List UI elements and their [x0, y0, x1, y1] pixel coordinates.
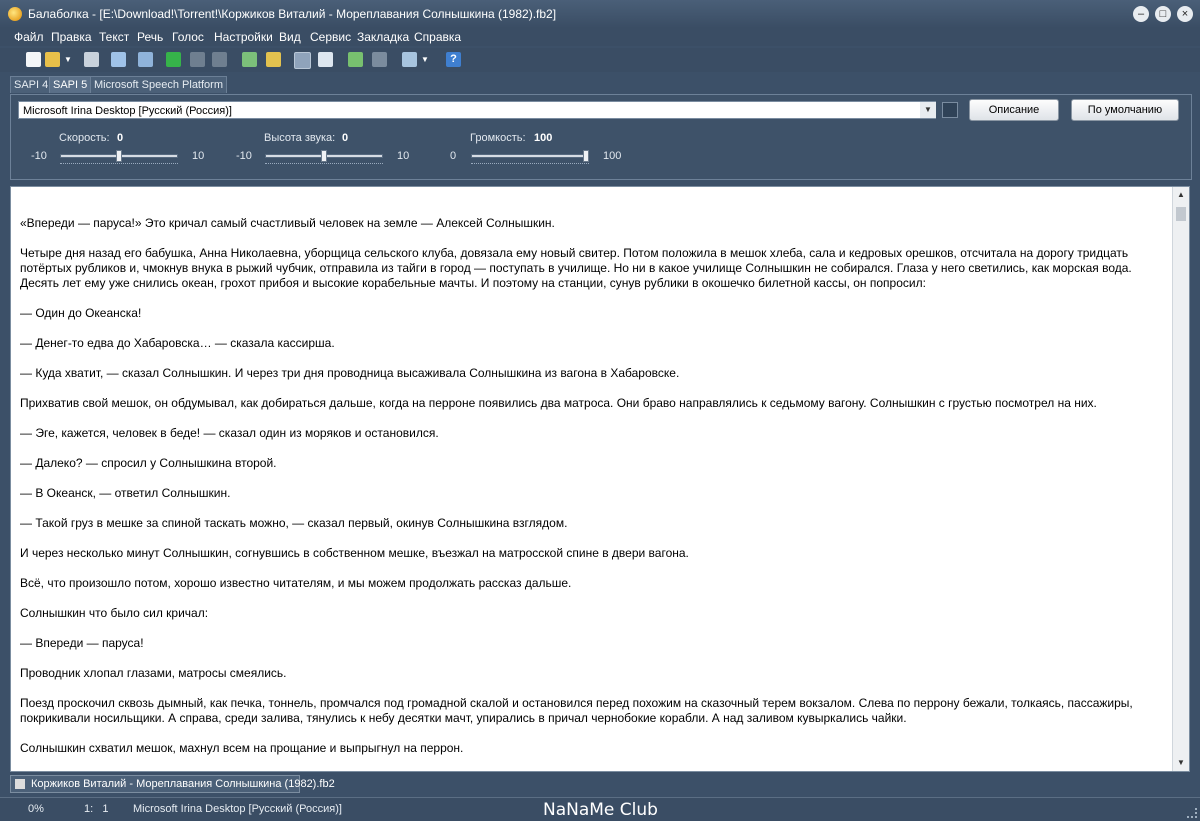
- pitch-value: 0: [342, 132, 349, 144]
- subtitles-icon[interactable]: [372, 52, 387, 67]
- tab-sapi5[interactable]: SAPI 5: [49, 76, 92, 93]
- status-progress: 0%: [28, 803, 44, 815]
- text-paragraph: И через несколько минут Солнышкин, согну…: [20, 546, 689, 560]
- speed-slider-thumb[interactable]: [116, 150, 122, 162]
- menu-bar: Файл Правка Текст Речь Голос Настройки В…: [0, 28, 1200, 46]
- maximize-button[interactable]: □: [1155, 6, 1171, 22]
- pitch-label: Высота звука:: [264, 132, 336, 144]
- scrollbar-thumb[interactable]: [1176, 207, 1186, 221]
- pause-icon[interactable]: [190, 52, 205, 67]
- volume-ticks: [471, 163, 589, 166]
- text-paragraph: — В Океанск, — ответил Солнышкин.: [20, 486, 231, 500]
- menu-view[interactable]: Вид: [279, 30, 301, 44]
- app-logo-icon: [8, 7, 22, 21]
- text-paragraph: — Далеко? — спросил у Солнышкина второй.: [20, 456, 277, 470]
- batch-icon[interactable]: [266, 52, 281, 67]
- text-paragraph: Прихватив свой мешок, он обдумывал, как …: [20, 396, 1097, 410]
- volume-value: 100: [534, 132, 553, 144]
- pitch-ticks: [265, 163, 383, 166]
- menu-help[interactable]: Справка: [414, 30, 461, 44]
- text-paragraph: Четыре дня назад его бабушка, Анна Никол…: [20, 246, 1132, 290]
- text-paragraph: Всё, что произошло потом, хорошо известн…: [20, 576, 572, 590]
- text-editor[interactable]: «Впереди — паруса!» Это кричал самый сча…: [10, 186, 1190, 772]
- scroll-up-icon[interactable]: ▲: [1173, 187, 1189, 203]
- text-paragraph: Поезд проскочил сквозь дымный, как печка…: [20, 696, 1133, 725]
- vertical-scrollbar[interactable]: ▲ ▼: [1172, 187, 1189, 771]
- window-title: Балаболка - [E:\Download!\Torrent!\Коржи…: [28, 7, 557, 21]
- default-button[interactable]: По умолчанию: [1071, 99, 1179, 121]
- pitch-max: 10: [397, 150, 410, 162]
- speed-max: 10: [192, 150, 205, 162]
- menu-settings[interactable]: Настройки: [214, 30, 273, 44]
- document-tab[interactable]: Коржиков Виталий - Мореплавания Солнышки…: [10, 775, 335, 793]
- pitch-slider-thumb[interactable]: [321, 150, 327, 162]
- volume-label: Громкость:: [470, 132, 526, 144]
- save-icon[interactable]: [84, 52, 99, 67]
- stop-icon[interactable]: [212, 52, 227, 67]
- text-paragraph: «Впереди — паруса!» Это кричал самый сча…: [20, 216, 555, 230]
- text-paragraph: Солнышкин что было сил кричал:: [20, 606, 209, 620]
- clipboard-reader-icon[interactable]: [294, 52, 311, 69]
- document-tab-label: Коржиков Виталий - Мореплавания Солнышки…: [31, 778, 335, 790]
- watermark: NaNaMe Club: [543, 800, 658, 820]
- menu-bookmark[interactable]: Закладка: [357, 30, 409, 44]
- text-body[interactable]: «Впереди — паруса!» Это кричал самый сча…: [20, 216, 1170, 771]
- tab-sapi4[interactable]: SAPI 4: [10, 76, 53, 93]
- pitch-min: -10: [236, 150, 252, 162]
- menu-speech[interactable]: Речь: [137, 30, 163, 44]
- volume-slider-thumb[interactable]: [583, 150, 589, 162]
- new-file-icon[interactable]: [26, 52, 41, 67]
- close-button[interactable]: ×: [1177, 6, 1193, 22]
- voice-panel: Microsoft Irina Desktop [Русский (Россия…: [10, 94, 1192, 180]
- split-icon[interactable]: [242, 52, 257, 67]
- tab-microsoft-speech-platform[interactable]: Microsoft Speech Platform: [90, 76, 227, 93]
- volume-max: 100: [603, 150, 622, 162]
- menu-service[interactable]: Сервис: [310, 30, 351, 44]
- play-icon[interactable]: [166, 52, 181, 67]
- fb2-file-icon: [15, 779, 25, 789]
- voice-select[interactable]: Microsoft Irina Desktop [Русский (Россия…: [18, 101, 936, 119]
- text-paragraph: — Денег-то едва до Хабаровска… — сказала…: [20, 336, 335, 350]
- minimize-button[interactable]: –: [1133, 6, 1149, 22]
- status-position: 1: 1: [84, 803, 109, 815]
- menu-edit[interactable]: Правка: [51, 30, 92, 44]
- resize-grip-icon[interactable]: [1187, 808, 1197, 818]
- text-paragraph: — Впереди — паруса!: [20, 636, 144, 650]
- speed-ticks: [60, 163, 178, 166]
- speed-min: -10: [31, 150, 47, 162]
- scroll-down-icon[interactable]: ▼: [1173, 755, 1189, 771]
- status-bar: 0% 1: 1 Microsoft Irina Desktop [Русский…: [0, 797, 1200, 821]
- open-folder-icon[interactable]: [45, 52, 60, 67]
- text-paragraph: — Один до Океанска!: [20, 306, 142, 320]
- text-paragraph: — Такой груз в мешке за спиной таскать м…: [20, 516, 568, 530]
- menu-voice[interactable]: Голос: [172, 30, 204, 44]
- description-button[interactable]: Описание: [969, 99, 1059, 121]
- text-paragraph: Проводник хлопал глазами, матросы смеяли…: [20, 666, 287, 680]
- dictionary-icon[interactable]: [318, 52, 333, 67]
- text-paragraph: — Эге, кажется, человек в беде! — сказал…: [20, 426, 439, 440]
- help-icon[interactable]: ?: [446, 52, 461, 67]
- title-bar: Балаболка - [E:\Download!\Torrent!\Коржи…: [0, 0, 1200, 28]
- text-paragraph: Солнышкин схватил мешок, махнул всем на …: [20, 741, 464, 755]
- menu-file[interactable]: Файл: [14, 30, 44, 44]
- toolbar: ▼ ▼ ?: [0, 48, 1200, 72]
- status-voice: Microsoft Irina Desktop [Русский (Россия…: [133, 803, 342, 815]
- file-split-icon[interactable]: [402, 52, 417, 67]
- speed-label: Скорость:: [59, 132, 110, 144]
- text-paragraph: — Куда хватит, — сказал Солнышкин. И чер…: [20, 366, 680, 380]
- volume-track[interactable]: [471, 154, 589, 158]
- menu-text[interactable]: Текст: [99, 30, 129, 44]
- dropdown-arrow-icon[interactable]: ▼: [421, 52, 429, 67]
- volume-min: 0: [450, 150, 457, 162]
- chevron-down-icon[interactable]: ▼: [920, 102, 936, 118]
- dropdown-arrow-icon[interactable]: ▼: [64, 52, 72, 67]
- voice-color-box[interactable]: [942, 102, 958, 118]
- save-audio-icon[interactable]: [111, 52, 126, 67]
- export-icon[interactable]: [138, 52, 153, 67]
- convert-icon[interactable]: [348, 52, 363, 67]
- speed-value: 0: [117, 132, 124, 144]
